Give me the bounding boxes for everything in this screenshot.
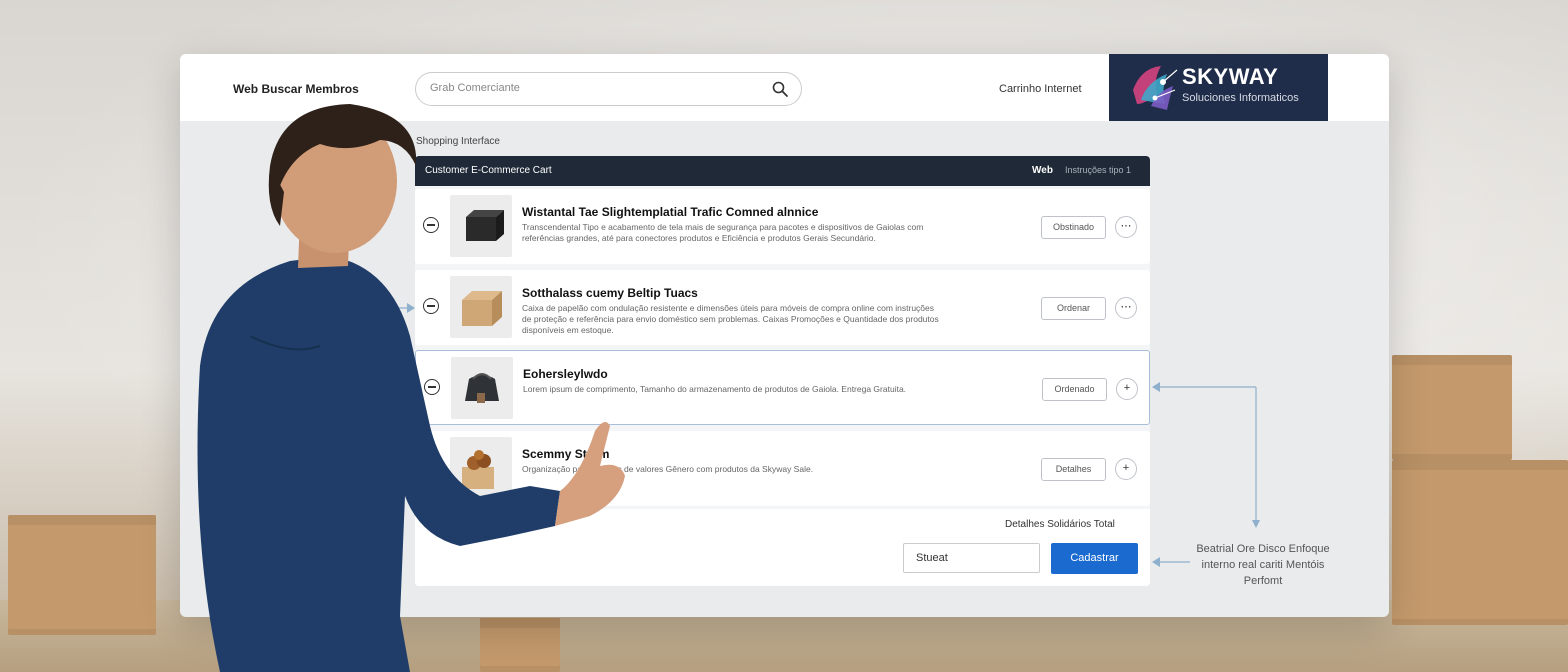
brand-name: SKYWAY bbox=[1182, 64, 1279, 89]
person-figure bbox=[197, 104, 625, 672]
text-field[interactable]: Stueat bbox=[903, 543, 1040, 573]
cart-summary: Detalhes Solidários Total bbox=[1005, 519, 1115, 530]
annotation-note: Beatrial Ore Disco Enfoque interno real … bbox=[1196, 543, 1330, 587]
add-icon[interactable]: + bbox=[1116, 378, 1138, 400]
item-action-button[interactable]: Obstinado bbox=[1041, 216, 1106, 239]
primary-button[interactable]: Cadastrar bbox=[1051, 543, 1138, 574]
account-link[interactable]: Carrinho Internet bbox=[999, 83, 1082, 95]
cardboard-box bbox=[1392, 460, 1568, 625]
item-action-button[interactable]: Detalhes bbox=[1041, 458, 1106, 481]
more-options-icon[interactable]: ⋯ bbox=[1115, 216, 1137, 238]
text-field-value: Stueat bbox=[916, 552, 948, 564]
cardboard-box bbox=[8, 515, 156, 635]
search-icon[interactable] bbox=[771, 80, 789, 98]
table-header-meta: Instruções tipo 1 bbox=[1065, 165, 1132, 175]
brand-banner: SKYWAY Soluciones Informaticos bbox=[1109, 54, 1328, 121]
app-title: Web Buscar Membros bbox=[233, 82, 359, 96]
brand-tagline: Soluciones Informaticos bbox=[1182, 92, 1299, 104]
cardboard-box bbox=[1392, 355, 1512, 460]
skyway-logo-icon bbox=[1133, 66, 1178, 110]
item-action-button[interactable]: Ordenado bbox=[1042, 378, 1107, 401]
more-options-icon[interactable]: ⋯ bbox=[1115, 297, 1137, 319]
search-placeholder: Grab Comerciante bbox=[430, 82, 520, 94]
table-header-web[interactable]: Web bbox=[1032, 165, 1053, 176]
add-icon[interactable]: + bbox=[1115, 458, 1137, 480]
item-action-button[interactable]: Ordenar bbox=[1041, 297, 1106, 320]
